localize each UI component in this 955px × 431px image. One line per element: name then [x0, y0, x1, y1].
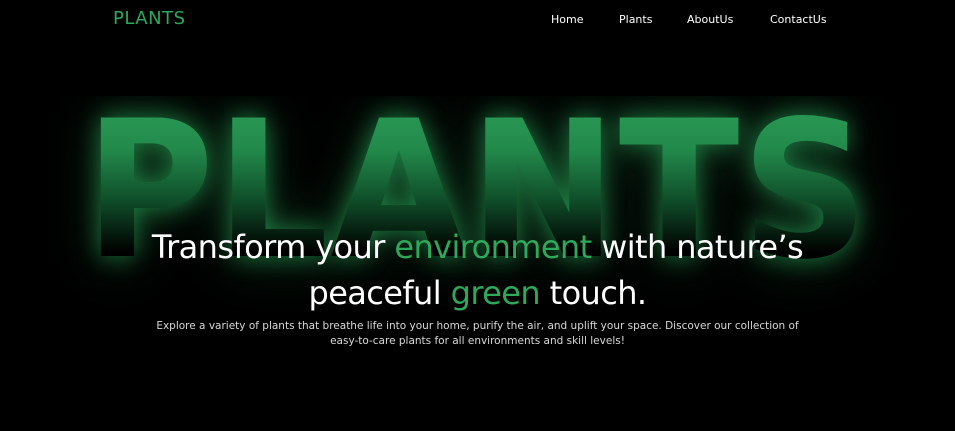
hero-title-accent-green: green — [450, 274, 541, 312]
navbar: PLANTS Home Plants AboutUs ContactUs — [0, 0, 955, 40]
nav-link-contact-us[interactable]: ContactUs — [770, 13, 827, 26]
nav-link-about-us[interactable]: AboutUs — [687, 13, 733, 26]
hero-title-part2: with nature’s — [591, 228, 804, 266]
hero-title-part3: peaceful — [308, 274, 451, 312]
hero-title: Transform your environment with nature’s… — [0, 224, 955, 316]
hero-title-accent-environment: environment — [394, 228, 592, 266]
hero-title-part1: Transform your — [151, 228, 395, 266]
nav-links: Home Plants AboutUs ContactUs — [0, 13, 955, 29]
hero-subtitle: Explore a variety of plants that breathe… — [156, 320, 799, 347]
hero-title-part4: touch. — [540, 274, 647, 312]
nav-link-plants[interactable]: Plants — [619, 13, 652, 26]
nav-link-home[interactable]: Home — [551, 13, 583, 26]
